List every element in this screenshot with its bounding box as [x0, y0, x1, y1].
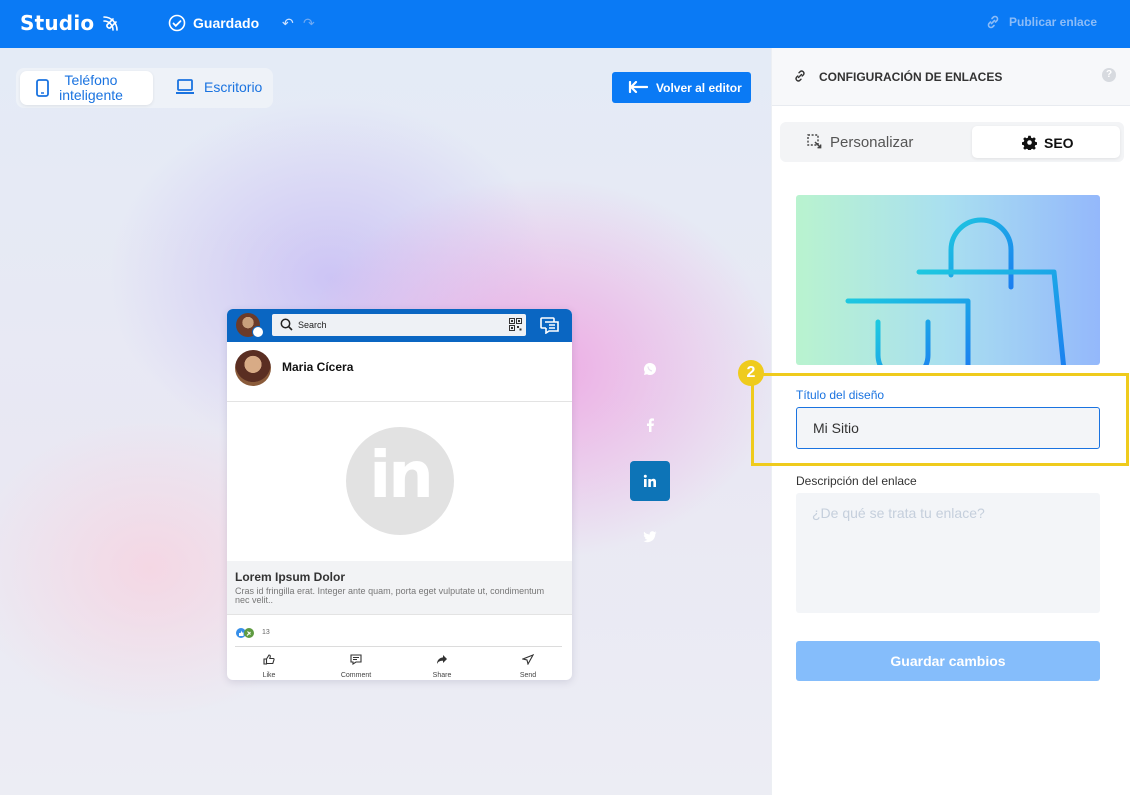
tab-personalizar-label: Personalizar	[830, 134, 914, 151]
share-action[interactable]: Share	[417, 652, 467, 679]
back-to-editor-button[interactable]: Volver al editor	[612, 72, 751, 103]
device-toggle: Teléfono inteligente Escritorio	[16, 68, 273, 108]
link-description-input[interactable]	[796, 493, 1100, 613]
link-settings-panel: CONFIGURACIÓN DE ENLACES ? Personalizar …	[738, 48, 1130, 795]
send-label: Send	[519, 672, 537, 679]
linkedin-logo-text: in	[369, 439, 434, 513]
author-avatar	[235, 350, 271, 386]
top-bar: Studio Guardado ↶ ↷ Publicar enlace	[0, 0, 1130, 48]
design-title-input[interactable]	[796, 407, 1100, 449]
panel-header: CONFIGURACIÓN DE ENLACES ?	[772, 48, 1130, 106]
comment-action[interactable]: Comment	[331, 652, 381, 679]
reactions-icon	[236, 628, 254, 638]
share-whatsapp-button[interactable]	[630, 349, 670, 389]
like-action[interactable]: Like	[244, 652, 294, 679]
facebook-icon	[647, 418, 654, 432]
panel-tabs: Personalizar SEO	[780, 122, 1124, 162]
tab-seo[interactable]: SEO	[972, 126, 1120, 158]
link-preview-meta: Lorem Ipsum Dolor Cras id fringilla erat…	[227, 561, 572, 615]
step-badge: 2	[738, 360, 764, 386]
linkedin-preview-card: Search Maria Cícera in Lorem Ipsum Dolor…	[227, 309, 572, 680]
smartphone-icon	[36, 79, 49, 97]
link-broadcast-icon	[103, 16, 118, 31]
publish-label: Publicar enlace	[1009, 15, 1098, 29]
share-linkedin-button[interactable]	[630, 461, 670, 501]
author-name: Maria Cícera	[282, 360, 354, 374]
share-twitter-button[interactable]	[630, 517, 670, 557]
preview-canvas: Teléfono inteligente Escritorio Volver a…	[0, 48, 771, 795]
linkedin-logo-placeholder: in	[346, 427, 454, 535]
undo-icon[interactable]: ↶	[282, 15, 294, 32]
comment-icon	[350, 654, 362, 666]
linkedin-icon	[643, 474, 656, 487]
link-icon	[987, 15, 999, 29]
messages-icon	[540, 317, 559, 334]
save-changes-button[interactable]: Guardar cambios	[796, 641, 1100, 681]
seo-preview-image[interactable]	[796, 195, 1100, 365]
search-placeholder: Search	[298, 320, 327, 330]
description-field-label: Descripción del enlace	[796, 474, 917, 488]
arrow-left-icon	[628, 81, 648, 93]
link-preview-title: Lorem Ipsum Dolor	[235, 570, 346, 584]
cloud-saved-icon	[168, 14, 186, 32]
send-icon	[521, 653, 535, 666]
like-icon	[263, 654, 275, 665]
shopping-bags-illustration	[845, 217, 1067, 365]
share-icon	[437, 655, 447, 664]
publish-link-button[interactable]: Publicar enlace	[985, 14, 1097, 30]
link-preview-description: Cras id fringilla erat. Integer ante qua…	[235, 586, 545, 605]
laptop-icon	[176, 79, 194, 94]
title-field-label: Título del diseño	[796, 388, 885, 402]
like-label: Like	[262, 672, 276, 679]
gear-icon	[1022, 135, 1037, 150]
customize-icon	[807, 134, 822, 149]
whatsapp-icon	[643, 363, 656, 375]
link-preview-image: in	[227, 402, 572, 561]
share-label: Share	[432, 672, 452, 679]
linkedin-header: Search	[227, 309, 572, 342]
comment-label: Comment	[340, 672, 372, 679]
redo-icon[interactable]: ↷	[303, 15, 315, 32]
device-desktop-label: Escritorio	[204, 79, 263, 95]
device-phone-label: Teléfono inteligente	[59, 72, 123, 103]
back-to-editor-label: Volver al editor	[656, 81, 742, 95]
studio-logo: Studio	[20, 11, 95, 35]
search-icon	[280, 318, 293, 331]
panel-title: CONFIGURACIÓN DE ENLACES	[819, 70, 1003, 84]
link-settings-icon	[795, 70, 805, 82]
saved-status: Guardado	[193, 15, 260, 31]
post-author: Maria Cícera	[227, 342, 572, 402]
twitter-icon	[643, 531, 657, 543]
menu-badge-icon	[252, 326, 264, 338]
share-facebook-button[interactable]	[630, 405, 670, 445]
post-actions: Like Comment Share Send	[235, 646, 562, 680]
send-action[interactable]: Send	[503, 652, 553, 679]
linkedin-search-bar: Search	[272, 314, 526, 336]
device-phone-option[interactable]: Teléfono inteligente	[20, 71, 153, 105]
help-icon[interactable]: ?	[1102, 68, 1116, 82]
tab-personalizar[interactable]: Personalizar	[780, 126, 968, 158]
reaction-count: 13	[262, 629, 270, 636]
tab-seo-label: SEO	[1044, 135, 1074, 151]
qr-code-icon	[509, 318, 522, 331]
